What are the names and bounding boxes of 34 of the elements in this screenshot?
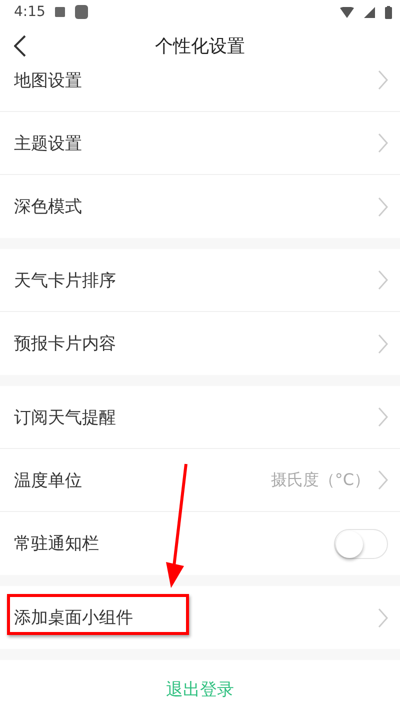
chevron-right-icon [378, 133, 388, 153]
settings-row[interactable]: 订阅天气提醒 [0, 386, 400, 449]
settings-row[interactable]: 地图设置 [0, 68, 400, 112]
setting-label: 地图设置 [14, 70, 83, 92]
page-title: 个性化设置 [155, 35, 245, 58]
setting-label: 添加桌面小组件 [14, 607, 134, 629]
settings-row[interactable]: 天气卡片排序 [0, 249, 400, 312]
battery-icon [385, 6, 392, 18]
chevron-right-icon [378, 608, 388, 628]
setting-label: 常驻通知栏 [14, 533, 100, 555]
chevron-right-icon [378, 407, 388, 427]
setting-label: 天气卡片排序 [14, 270, 117, 292]
signal-icon [364, 6, 375, 18]
settings-row[interactable]: 常驻通知栏 [0, 512, 400, 575]
status-time: 4:15 [14, 4, 46, 20]
settings-row[interactable]: 添加桌面小组件 [0, 586, 400, 649]
toggle-switch[interactable] [334, 528, 388, 558]
setting-label: 订阅天气提醒 [14, 406, 117, 428]
chevron-right-icon [378, 470, 388, 490]
chevron-right-icon [378, 196, 388, 216]
settings-row[interactable]: 深色模式 [0, 175, 400, 238]
settings-row[interactable]: 预报卡片内容 [0, 312, 400, 375]
settings-row[interactable]: 温度单位 摄氏度（°C） [0, 449, 400, 512]
setting-label: 温度单位 [14, 470, 83, 492]
setting-value: 摄氏度（°C） [270, 470, 370, 490]
back-icon [14, 35, 26, 57]
chevron-right-icon [378, 270, 388, 290]
chevron-right-icon [378, 334, 388, 354]
setting-label: 预报卡片内容 [14, 333, 117, 355]
chevron-right-icon [378, 70, 388, 90]
setting-label: 主题设置 [14, 132, 83, 154]
setting-label: 深色模式 [14, 196, 83, 218]
settings-row[interactable]: 主题设置 [0, 112, 400, 175]
wifi-icon [340, 6, 354, 18]
